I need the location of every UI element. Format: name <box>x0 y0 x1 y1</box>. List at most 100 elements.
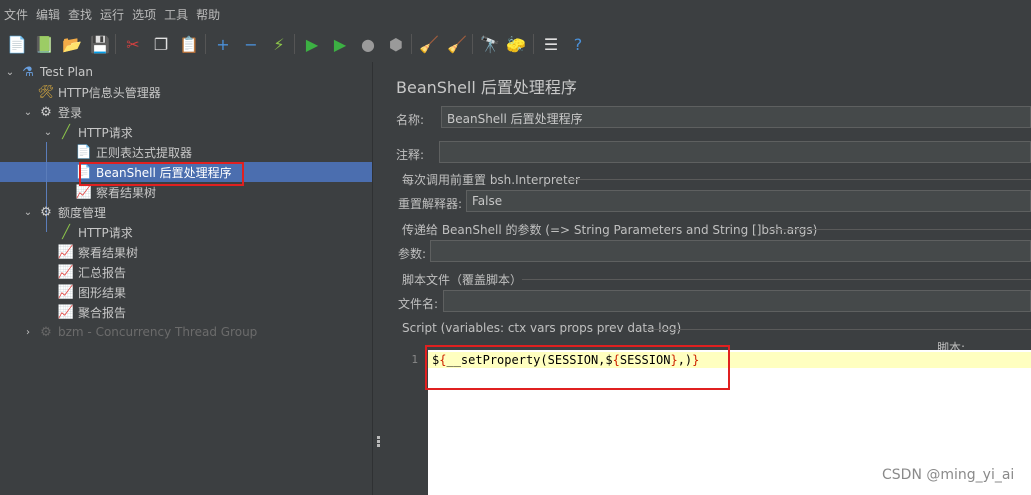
tree-node[interactable]: ⌄ ⚙ 登录 <box>22 102 82 122</box>
tree-node-label: bzm - Concurrency Thread Group <box>58 325 258 339</box>
shutdown-icon[interactable]: ⬢ <box>385 33 407 55</box>
thread-group-icon: ⚙ <box>40 204 52 220</box>
listener-icon: 📈 <box>57 244 75 260</box>
thread-group-icon: ⚙ <box>40 324 52 340</box>
menu-bar: 文件 编辑 查找 运行 选项 工具 帮助 <box>0 0 1031 28</box>
section-divider <box>522 279 1031 280</box>
toolbar-separator <box>205 34 206 54</box>
start-no-pause-icon[interactable]: ▶ <box>329 33 351 55</box>
tree-node-label: 察看结果树 <box>78 245 139 260</box>
tree-node-label: HTTP信息头管理器 <box>58 85 161 100</box>
thread-group-icon: ⚙ <box>40 104 52 120</box>
splitter-grip-icon[interactable] <box>377 436 381 448</box>
function-helper-icon[interactable]: ☰ <box>540 33 562 55</box>
tree-node[interactable]: 📄 正则表达式提取器 <box>60 142 192 162</box>
paste-icon[interactable]: 📋 <box>178 33 200 55</box>
name-label: 名称: <box>396 113 425 127</box>
section-divider <box>645 329 1031 330</box>
expand-arrow-icon[interactable]: › <box>22 327 34 338</box>
listener-icon: 📈 <box>57 284 75 300</box>
tree-node[interactable]: ⌄ ╱ HTTP请求 <box>42 122 133 142</box>
tree-node[interactable]: ╱ HTTP请求 <box>42 222 133 242</box>
start-icon[interactable]: ▶ <box>301 33 323 55</box>
menu-edit[interactable]: 编辑 <box>32 6 64 23</box>
tree-node[interactable]: 📈 察看结果树 <box>42 242 138 262</box>
toggle-icon[interactable]: ⚡ <box>268 33 290 55</box>
tree-node[interactable]: 📈 汇总报告 <box>42 262 126 282</box>
tree-node-label: 聚合报告 <box>78 305 127 320</box>
sampler-icon: ╱ <box>62 224 70 240</box>
line-number: 1 <box>411 353 418 366</box>
templates-icon[interactable]: 📗 <box>33 33 55 55</box>
expand-icon[interactable]: + <box>212 33 234 55</box>
copy-icon[interactable]: ❐ <box>150 33 172 55</box>
clear-icon[interactable]: 🧹 <box>418 33 440 55</box>
tree-node-label: HTTP请求 <box>78 125 133 140</box>
menu-help[interactable]: 帮助 <box>192 6 224 23</box>
clear-all-icon[interactable]: 🧹 <box>446 33 468 55</box>
params-field[interactable] <box>430 240 1031 262</box>
section-divider <box>768 229 1031 230</box>
toolbar-separator <box>115 34 116 54</box>
postprocessor-icon: 📄 <box>75 144 93 160</box>
reset-section-title: 每次调用前重置 bsh.Interpreter <box>402 173 580 187</box>
toolbar: 📄 📗 📂 💾 ✂ ❐ 📋 + − ⚡ ▶ ▶ ● ⬢ 🧹 🧹 🔭 🧽 ☰? <box>0 28 1031 63</box>
expand-arrow-icon[interactable]: ⌄ <box>42 127 54 138</box>
tree-node[interactable]: 🛠 HTTP信息头管理器 <box>22 82 161 102</box>
flask-icon: ⚗ <box>22 64 34 80</box>
sampler-icon: ╱ <box>62 124 70 140</box>
reset-interpreter-label: 重置解释器: <box>398 197 463 211</box>
tree-node[interactable]: › ⚙ bzm - Concurrency Thread Group <box>22 322 257 342</box>
editor-gutter <box>400 350 428 495</box>
open-icon[interactable]: 📂 <box>61 33 83 55</box>
menu-tools[interactable]: 工具 <box>160 6 192 23</box>
tree-node-label: 登录 <box>58 105 83 120</box>
tree-node-label: Test Plan <box>40 65 93 79</box>
params-label: 参数: <box>398 247 427 261</box>
comment-field[interactable] <box>439 141 1031 163</box>
watermark: CSDN @ming_yi_ai <box>882 467 1015 483</box>
tree-node-label: 额度管理 <box>58 205 107 220</box>
highlight-box-script <box>425 345 730 390</box>
save-icon[interactable]: 💾 <box>89 33 111 55</box>
search-icon[interactable]: 🔭 <box>479 33 501 55</box>
menu-file[interactable]: 文件 <box>0 6 32 23</box>
toolbar-separator <box>533 34 534 54</box>
script-section-title: Script (variables: ctx vars props prev d… <box>402 321 682 335</box>
tree-node-label: 察看结果树 <box>96 185 157 200</box>
help-icon[interactable]: ? <box>567 33 589 55</box>
tree-node-label: HTTP请求 <box>78 225 133 240</box>
tree-node-label: 正则表达式提取器 <box>96 145 193 160</box>
tree-node[interactable]: ⌄ ⚙ 额度管理 <box>22 202 106 222</box>
collapse-icon[interactable]: − <box>240 33 262 55</box>
filename-label: 文件名: <box>398 297 439 311</box>
tree-node-label: 汇总报告 <box>78 265 127 280</box>
menu-options[interactable]: 选项 <box>128 6 160 23</box>
tools-icon: 🛠 <box>37 84 55 100</box>
tree-node[interactable]: ⌄ ⚗ Test Plan <box>4 62 93 82</box>
toolbar-separator <box>294 34 295 54</box>
panel-title: BeanShell 后置处理程序 <box>396 78 577 97</box>
filename-field[interactable] <box>443 290 1031 312</box>
comment-label: 注释: <box>396 148 425 162</box>
tree-node[interactable]: 📈 聚合报告 <box>42 302 126 322</box>
reset-interpreter-field[interactable]: False <box>466 190 1031 212</box>
section-divider <box>568 179 1031 180</box>
cut-icon[interactable]: ✂ <box>122 33 144 55</box>
menu-search[interactable]: 查找 <box>64 6 96 23</box>
stop-icon[interactable]: ● <box>357 33 379 55</box>
expand-arrow-icon[interactable]: ⌄ <box>22 207 34 218</box>
reset-search-icon[interactable]: 🧽 <box>505 33 527 55</box>
name-field[interactable]: BeanShell 后置处理程序 <box>441 106 1031 128</box>
listener-icon: 📈 <box>75 184 93 200</box>
expand-arrow-icon[interactable]: ⌄ <box>22 107 34 118</box>
toolbar-separator <box>472 34 473 54</box>
tree-node[interactable]: 📈 图形结果 <box>42 282 126 302</box>
expand-arrow-icon[interactable]: ⌄ <box>4 67 16 78</box>
params-section-title: 传递给 BeanShell 的参数 (=> String Parameters … <box>402 223 818 237</box>
new-icon[interactable]: 📄 <box>6 33 28 55</box>
menu-run[interactable]: 运行 <box>96 6 128 23</box>
highlight-box-tree <box>79 162 244 186</box>
toolbar-separator <box>411 34 412 54</box>
listener-icon: 📈 <box>57 264 75 280</box>
